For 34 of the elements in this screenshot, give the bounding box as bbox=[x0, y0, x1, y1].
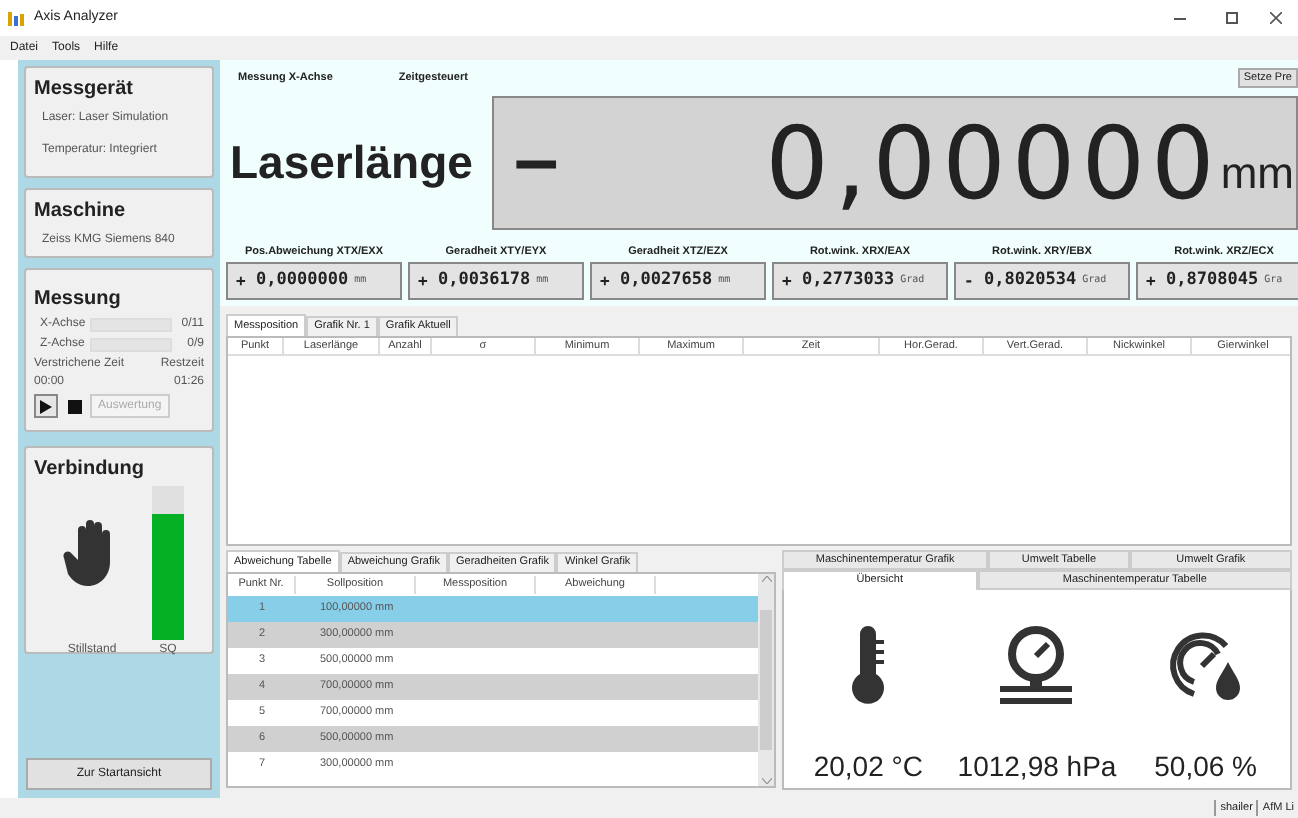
readout-value: 0,2773033 bbox=[802, 268, 895, 294]
readout-value: 0,0036178 bbox=[438, 268, 531, 294]
stop-button[interactable] bbox=[62, 394, 86, 418]
sign-text: + bbox=[236, 269, 248, 293]
readout-value: 0,0027658 bbox=[620, 268, 713, 294]
play-button[interactable] bbox=[34, 394, 58, 418]
card-title: Verbindung bbox=[34, 456, 146, 484]
sign-text: + bbox=[782, 269, 794, 293]
card-title: Messung bbox=[34, 286, 123, 314]
readout-value: 0,8708045 bbox=[1166, 268, 1259, 294]
sensor-value: 50,06 % bbox=[1154, 748, 1257, 786]
play-icon bbox=[40, 399, 52, 413]
app-logo-icon bbox=[8, 11, 26, 25]
sign-text: – bbox=[514, 113, 559, 207]
card-title: Messgerät bbox=[34, 76, 135, 104]
card-title: Maschine bbox=[34, 198, 128, 226]
sensor-value: 20,02 °C bbox=[813, 748, 923, 786]
sensor-value: 1012,98 hPa bbox=[957, 748, 1117, 786]
sign-text: + bbox=[1146, 269, 1158, 293]
sign-text: + bbox=[600, 269, 612, 293]
sign-text: - bbox=[964, 269, 976, 293]
scroll-up-icon[interactable] bbox=[761, 576, 771, 582]
thermometer-icon bbox=[848, 626, 889, 706]
close-icon bbox=[1270, 12, 1282, 24]
scrollbar[interactable] bbox=[758, 574, 774, 786]
scroll-down-icon[interactable] bbox=[761, 778, 771, 784]
gauge-drop-icon bbox=[1165, 626, 1246, 706]
readout-value: 0,0000000 bbox=[256, 268, 349, 294]
scroll-thumb[interactable] bbox=[760, 610, 772, 750]
readout-value: 0,8020534 bbox=[984, 268, 1077, 294]
unit-text: mm bbox=[1220, 146, 1296, 202]
display-value: 0,00000 bbox=[765, 113, 1221, 213]
sign-text: + bbox=[418, 269, 430, 293]
display-label: Laserlänge bbox=[228, 134, 475, 193]
